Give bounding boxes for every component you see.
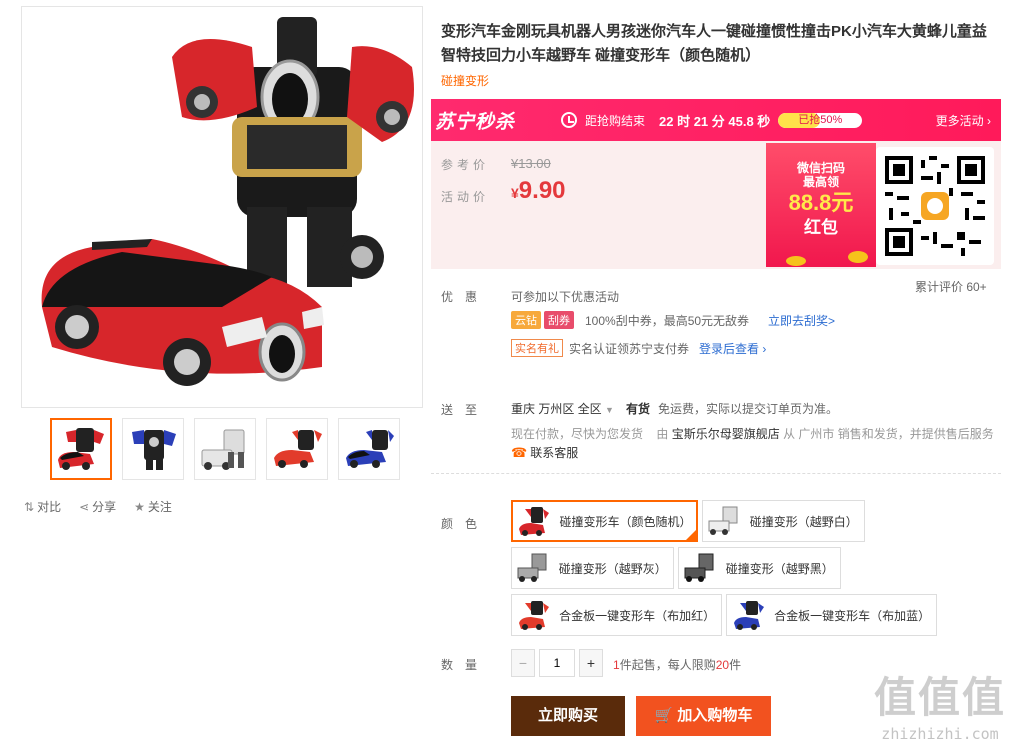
service-icon: ☎ bbox=[511, 444, 528, 460]
thumbnail-3[interactable] bbox=[194, 418, 256, 480]
flash-sale-bar: 苏宁秒杀 距抢购结束 22 时 21 分 45.8 秒 已抢50% 更多活动 › bbox=[431, 99, 1001, 141]
option-thumb-4 bbox=[683, 551, 718, 585]
color-option-1[interactable]: 碰撞变形车（颜色随机） bbox=[511, 500, 698, 542]
product-subtitle: 碰撞变形 bbox=[441, 74, 490, 88]
more-activities-link[interactable]: 更多活动 › bbox=[936, 112, 991, 129]
section-divider bbox=[431, 473, 1001, 474]
countdown-timer: 22 时 21 分 45.8 秒 bbox=[659, 113, 771, 129]
redpacket-line2: 最高领 bbox=[802, 175, 839, 189]
quantity-input[interactable] bbox=[539, 649, 575, 677]
redpacket-amount: 88.8元 bbox=[788, 190, 854, 215]
ref-price-label: 参考价 bbox=[441, 158, 490, 172]
star-icon: ★ bbox=[134, 500, 145, 514]
add-to-cart-button[interactable]: 🛒 加入购物车 bbox=[636, 696, 771, 736]
option-thumb-5 bbox=[516, 598, 551, 632]
login-view-link[interactable]: 登录后查看 › bbox=[699, 340, 766, 357]
thumbnail-strip bbox=[50, 418, 400, 480]
coin-decoration bbox=[786, 251, 868, 266]
seller-prefix: 由 bbox=[656, 427, 669, 441]
compare-icon: ⇅ bbox=[24, 500, 35, 514]
follow-action[interactable]: ★ 关注 bbox=[134, 498, 172, 515]
promo-intro: 可参加以下优惠活动 bbox=[511, 290, 620, 304]
quantity-increase-button[interactable]: + bbox=[579, 649, 603, 677]
redpacket-line3: 红包 bbox=[804, 218, 838, 237]
min-limit-text: 件起售，每人限购 bbox=[619, 658, 716, 672]
promo-desc-1: 100%刮中券，最高50元无敌券 bbox=[585, 313, 750, 328]
color-option-6[interactable]: 合金板一键变形车（布加蓝） bbox=[726, 594, 937, 636]
option-thumb-1 bbox=[517, 504, 552, 538]
color-option-4[interactable]: 碰撞变形（越野黑） bbox=[678, 547, 841, 589]
location-selector[interactable]: 重庆 万州区 全区 ▼ bbox=[511, 400, 614, 417]
seller-suffix: 从 广州市 销售和发货，并提供售后服务 bbox=[783, 427, 994, 441]
store-link[interactable]: 宝斯乐尔母婴旗舰店 bbox=[672, 427, 780, 441]
countdown-label: 距抢购结束 bbox=[585, 113, 646, 128]
color-option-2[interactable]: 碰撞变形（越野白） bbox=[702, 500, 865, 542]
color-option-3[interactable]: 碰撞变形（越野灰） bbox=[511, 547, 674, 589]
quantity-decrease-button[interactable]: − bbox=[511, 649, 535, 677]
quantity-label: 数量 bbox=[441, 658, 490, 672]
thumbnail-2[interactable] bbox=[122, 418, 184, 480]
promo-label: 优惠 bbox=[441, 290, 490, 304]
main-product-image[interactable] bbox=[21, 6, 423, 408]
gallery-actions: ⇅ 对比 ⋖ 分享 ★ 关注 bbox=[24, 498, 172, 515]
buy-now-button[interactable]: 立即购买 bbox=[511, 696, 625, 736]
selected-corner-mark bbox=[686, 530, 696, 540]
watermark-url: zhizhizhi.com bbox=[881, 725, 999, 743]
max-quantity: 20 bbox=[715, 658, 730, 672]
option-thumb-2 bbox=[707, 504, 742, 538]
color-option-5[interactable]: 合金板一键变形车（布加红） bbox=[511, 594, 722, 636]
chevron-down-icon: ▼ bbox=[605, 405, 614, 415]
yunzuan-tag: 云钻 bbox=[511, 311, 541, 329]
share-action[interactable]: ⋖ 分享 bbox=[79, 498, 116, 515]
thumbnail-1[interactable] bbox=[50, 418, 112, 480]
redpacket-banner[interactable]: 微信扫码 最高领 88.8元 红包 bbox=[766, 143, 876, 267]
stock-status: 有货 bbox=[625, 402, 650, 416]
site-watermark: 值值值 zhizhizhi.com bbox=[870, 664, 1010, 748]
ref-price-value: ¥13.00 bbox=[511, 156, 551, 171]
thumbnail-4[interactable] bbox=[266, 418, 328, 480]
color-label: 颜色 bbox=[441, 517, 490, 531]
redpacket-line1: 微信扫码 bbox=[796, 161, 845, 175]
activity-price: ¥9.90 bbox=[511, 177, 566, 205]
option-thumb-6 bbox=[731, 598, 766, 632]
guaquan-tag: 刮券 bbox=[544, 311, 574, 329]
promo-row-2: 实名有礼 实名认证领苏宁支付券 登录后查看 › bbox=[511, 339, 766, 357]
product-title: 变形汽车金刚玩具机器人男孩迷你汽车人一键碰撞惯性撞击PK小汽车大黄蜂儿童益智特技… bbox=[441, 23, 987, 64]
delivery-row: 重庆 万州区 全区 ▼ 有货 免运费，实际以提交订单页为准。 bbox=[511, 400, 838, 417]
promo-row-1: 云钻 刮券 100%刮中券，最高50元无敌券 立即去刮奖> bbox=[511, 311, 835, 329]
delivery-label: 送至 bbox=[441, 403, 490, 417]
review-count[interactable]: 累计评价 60+ bbox=[915, 278, 987, 295]
qr-code bbox=[876, 147, 994, 265]
sold-progress: 已抢50% bbox=[778, 112, 863, 128]
quantity-limit-note: 1件起售，每人限购20件 bbox=[613, 656, 741, 673]
transformer-car-image bbox=[41, 17, 414, 386]
share-icon: ⋖ bbox=[79, 500, 90, 514]
activity-price-label: 活动价 bbox=[441, 190, 490, 204]
limit-unit: 件 bbox=[729, 658, 742, 672]
min-quantity: 1 bbox=[613, 658, 620, 672]
delivery-line-2: 现在付款，尽快为您发货 由 宝斯乐尔母婴旗舰店 从 广州市 销售和发货，并提供售… bbox=[511, 425, 994, 442]
watermark-logo: 值值值 bbox=[873, 674, 1006, 721]
activity-price-value: 9.90 bbox=[518, 177, 566, 204]
promo-desc-2: 实名认证领苏宁支付券 bbox=[569, 341, 690, 356]
shipping-note: 免运费，实际以提交订单页为准。 bbox=[657, 402, 838, 416]
sold-progress-label: 已抢50% bbox=[798, 113, 843, 126]
currency-symbol: ¥ bbox=[511, 185, 519, 201]
option-thumb-3 bbox=[516, 551, 551, 585]
ship-time-note: 现在付款，尽快为您发货 bbox=[511, 427, 644, 441]
flash-sale-logo: 苏宁秒杀 bbox=[435, 111, 516, 133]
compare-action[interactable]: ⇅ 对比 bbox=[24, 498, 61, 515]
thumbnail-5[interactable] bbox=[338, 418, 400, 480]
scratch-link[interactable]: 立即去刮奖> bbox=[768, 312, 835, 329]
qr-code-icon bbox=[885, 156, 985, 256]
clock-icon bbox=[561, 112, 577, 128]
realname-tag: 实名有礼 bbox=[511, 339, 563, 357]
cart-icon: 🛒 bbox=[654, 707, 674, 724]
customer-service[interactable]: ☎ 联系客服 bbox=[511, 444, 578, 461]
